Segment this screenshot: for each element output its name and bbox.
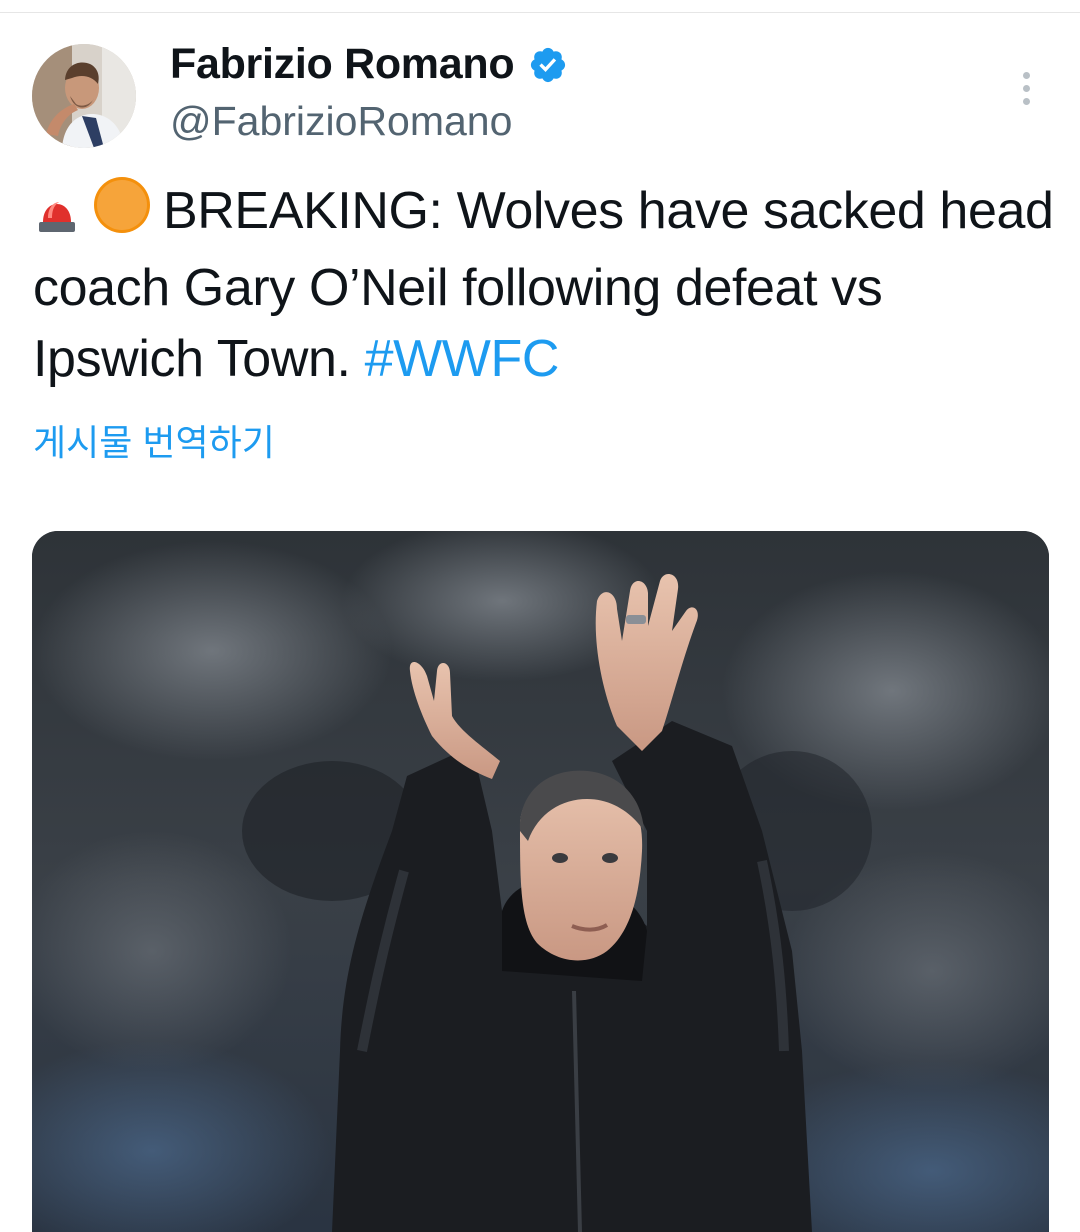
verified-badge-icon[interactable] — [528, 45, 568, 85]
more-vertical-icon-dot — [1022, 84, 1030, 92]
orange-circle-emoji — [93, 176, 151, 253]
author-name-text: Fabrizio Romano — [170, 40, 515, 88]
translate-post-link[interactable]: 게시물 번역하기 — [33, 414, 275, 466]
hashtag-link[interactable]: #WWFC — [365, 330, 560, 388]
more-options-button[interactable] — [1008, 66, 1044, 110]
author-display-name[interactable]: Fabrizio Romano — [170, 40, 568, 89]
author-handle[interactable]: @FabrizioRomano — [170, 98, 512, 145]
more-vertical-icon — [1022, 71, 1030, 79]
rotating-light-emoji — [33, 182, 81, 253]
coach-applauding-photo — [32, 531, 1049, 1232]
tweet-text: BREAKING: Wolves have sacked head coach … — [33, 176, 1063, 395]
tweet-media-image[interactable] — [32, 531, 1049, 1232]
author-avatar[interactable] — [32, 44, 136, 148]
top-divider — [0, 12, 1080, 13]
more-vertical-icon-dot — [1022, 97, 1030, 105]
avatar-photo-icon — [32, 44, 136, 148]
